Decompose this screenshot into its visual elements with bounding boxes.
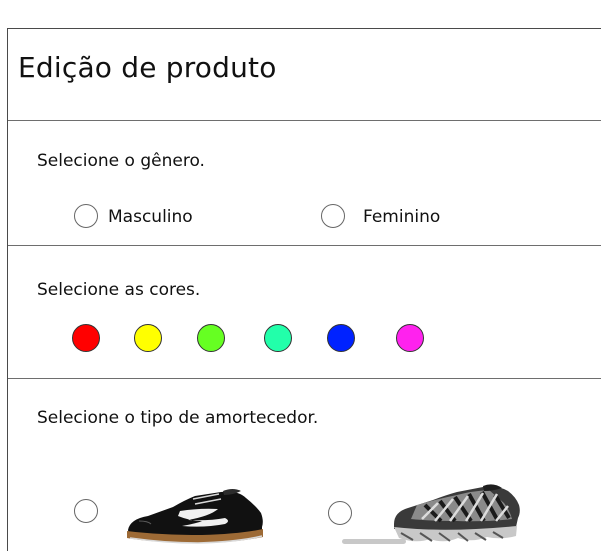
radio-cushion-2[interactable] xyxy=(328,501,352,525)
product-edit-panel: Edição de produto Selecione o gênero. Ma… xyxy=(7,28,601,551)
gender-prompt: Selecione o gênero. xyxy=(37,151,205,171)
colors-section: Selecione as cores. xyxy=(8,246,601,379)
black-sneaker-image xyxy=(120,463,268,551)
cushion-section: Selecione o tipo de amortecedor. xyxy=(8,379,601,551)
header-section: Edição de produto xyxy=(8,29,601,121)
scroll-handle[interactable] xyxy=(342,539,406,544)
cushion-prompt: Selecione o tipo de amortecedor. xyxy=(37,408,319,428)
page-title: Edição de produto xyxy=(18,51,277,84)
color-swatch-red[interactable] xyxy=(72,324,100,352)
radio-masculino[interactable] xyxy=(74,204,98,228)
colors-prompt: Selecione as cores. xyxy=(37,280,201,300)
gender-section: Selecione o gênero. Masculino Feminino xyxy=(8,121,601,246)
color-swatch-blue[interactable] xyxy=(327,324,355,352)
color-swatch-teal[interactable] xyxy=(264,324,292,352)
radio-label-feminino[interactable]: Feminino xyxy=(363,207,440,227)
radio-cushion-1[interactable] xyxy=(74,499,98,523)
color-swatch-green[interactable] xyxy=(197,324,225,352)
color-swatch-yellow[interactable] xyxy=(134,324,162,352)
knit-sneaker-image xyxy=(380,463,528,551)
radio-feminino[interactable] xyxy=(321,204,345,228)
color-swatch-magenta[interactable] xyxy=(396,324,424,352)
radio-label-masculino[interactable]: Masculino xyxy=(108,207,193,227)
